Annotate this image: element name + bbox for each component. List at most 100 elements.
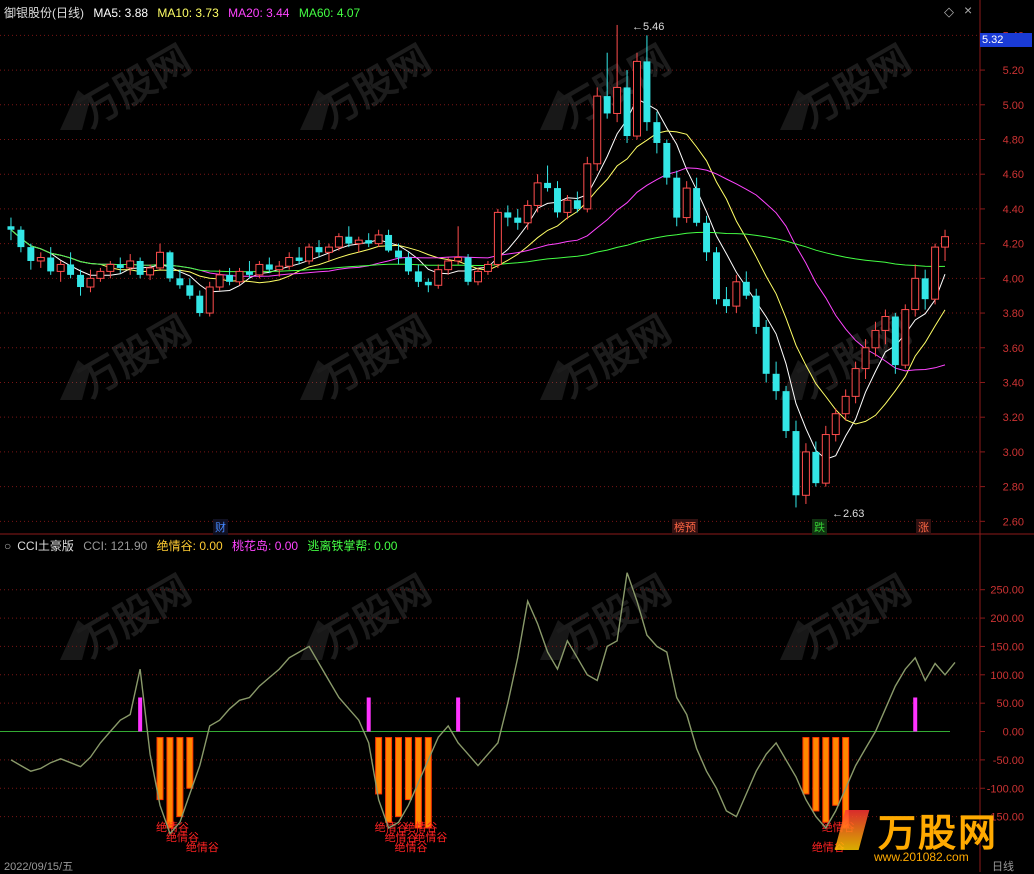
event-tag-fall[interactable]: 跌 bbox=[812, 519, 827, 535]
ma10-label: MA10: 3.73 bbox=[157, 6, 219, 20]
watermark-logo-icon: 万股网 bbox=[60, 567, 199, 667]
candle-body bbox=[324, 246, 333, 253]
candle-body bbox=[374, 234, 383, 245]
candle-body bbox=[801, 451, 810, 496]
price-tick-label: 5.20 bbox=[1003, 65, 1024, 77]
candle-body bbox=[126, 260, 135, 269]
watermark-brand-text: 万股网 bbox=[792, 37, 919, 137]
candle-body bbox=[305, 246, 314, 262]
candle-body bbox=[136, 260, 144, 275]
diamond-icon[interactable]: ◇ bbox=[944, 4, 954, 20]
candle-body bbox=[593, 95, 602, 165]
watermark-brand-text: 万股网 bbox=[312, 307, 439, 407]
candle-body bbox=[821, 434, 830, 484]
brand-url: www.201082.com bbox=[874, 850, 969, 864]
price-tick-label: 3.80 bbox=[1003, 308, 1024, 320]
candle-body bbox=[851, 368, 860, 397]
candle-body bbox=[395, 250, 402, 258]
candle-body bbox=[544, 182, 552, 189]
indicator-title[interactable]: CCI土豪版 bbox=[17, 539, 74, 553]
cci-tick-label: -50.00 bbox=[993, 755, 1024, 767]
candle-body bbox=[623, 87, 631, 137]
arrow-icon: ← bbox=[832, 508, 843, 520]
candle-body bbox=[186, 285, 194, 296]
candle-body bbox=[693, 188, 701, 223]
candle-body bbox=[235, 270, 244, 283]
candle-body bbox=[424, 281, 432, 286]
taohuadao-bar bbox=[366, 697, 371, 732]
taohuadao-bar bbox=[456, 697, 461, 732]
candle-body bbox=[215, 274, 224, 288]
arrow-icon: ← bbox=[632, 21, 643, 33]
close-icon[interactable]: × bbox=[964, 2, 972, 18]
candle-body bbox=[27, 247, 35, 261]
logo-arrow-icon bbox=[834, 810, 870, 850]
event-tag-rise[interactable]: 涨 bbox=[916, 519, 931, 535]
candle-body bbox=[504, 212, 512, 218]
candle-body bbox=[861, 347, 870, 370]
jueqinggu-bar bbox=[186, 737, 194, 789]
brand-logo: 万股网 www.201082.com bbox=[834, 800, 1030, 870]
candle-body bbox=[713, 252, 720, 300]
watermark-brand-text: 万股网 bbox=[552, 37, 679, 137]
cci-tick-label: 150.00 bbox=[990, 641, 1024, 653]
candle-body bbox=[176, 278, 184, 286]
ma60-line bbox=[10, 229, 946, 273]
candle-body bbox=[205, 286, 214, 314]
event-tag-list[interactable]: 榜预 bbox=[672, 519, 698, 535]
candle-body bbox=[7, 226, 15, 230]
price-tick-label: 5.00 bbox=[1003, 100, 1024, 112]
candle-body bbox=[464, 257, 472, 282]
cci-signal-bars: 绝情谷绝情谷绝情谷绝情谷绝情谷绝情谷绝情谷绝情谷绝情谷绝情谷 bbox=[138, 697, 918, 854]
jueqinggu-bar bbox=[166, 737, 174, 829]
taohuadao-label: 桃花岛: 0.00 bbox=[232, 539, 299, 553]
candle-body bbox=[772, 373, 780, 392]
candle-body bbox=[891, 316, 899, 366]
candle-body bbox=[931, 246, 940, 300]
candle-body bbox=[941, 236, 950, 248]
event-tag-finance[interactable]: 财 bbox=[213, 519, 228, 535]
jueqinggu-bar bbox=[812, 737, 820, 812]
candle-body bbox=[633, 60, 641, 137]
candle-body bbox=[673, 177, 681, 218]
cci-tick-label: 250.00 bbox=[990, 585, 1024, 597]
ma20-label: MA20: 3.44 bbox=[228, 6, 290, 20]
watermark-brand-text: 万股网 bbox=[552, 307, 679, 407]
chart-canvas[interactable]: 万股网万股网万股网万股网万股网万股网万股网万股网万股网万股网万股网万股网 5.4… bbox=[0, 0, 1034, 872]
price-tick-label: 3.00 bbox=[1003, 447, 1024, 459]
jueqinggu-bar bbox=[395, 737, 403, 818]
candle-body bbox=[354, 239, 363, 245]
candle-body bbox=[67, 264, 75, 275]
candle-body bbox=[265, 264, 273, 270]
candle-body bbox=[573, 200, 581, 209]
candle-body bbox=[226, 274, 234, 282]
candle-body bbox=[653, 122, 661, 143]
candle-body bbox=[285, 257, 294, 267]
cci-axis: 250.00 200.00 150.00 100.00 50.00 0.00 -50.00 -… bbox=[980, 585, 1024, 824]
jueqinggu-bar bbox=[424, 737, 432, 829]
candle-body bbox=[603, 96, 611, 114]
candle-body bbox=[762, 326, 770, 374]
watermark-logo-icon: 万股网 bbox=[60, 37, 199, 137]
candle-body bbox=[36, 257, 45, 262]
stock-title[interactable]: 御银股份(日线) bbox=[4, 6, 84, 20]
candle-body bbox=[583, 163, 592, 210]
jueqinggu-bar bbox=[802, 737, 810, 795]
jueqinggu-signal-label: 绝情谷 bbox=[414, 830, 447, 844]
watermark-logo-icon: 万股网 bbox=[300, 37, 439, 137]
candle-body bbox=[901, 309, 910, 366]
candle-body bbox=[345, 236, 353, 244]
watermark-brand-text: 万股网 bbox=[552, 567, 679, 667]
indicator-panel-header: ○ CCI土豪版 CCI: 121.90 绝情谷: 0.00 桃花岛: 0.00 … bbox=[4, 537, 403, 553]
brand-name: 万股网 bbox=[878, 813, 999, 855]
jueqinggu-bar bbox=[832, 737, 840, 806]
candle-body bbox=[911, 277, 920, 311]
watermark-logo-icon: 万股网 bbox=[300, 567, 439, 667]
candle-body bbox=[434, 269, 443, 286]
cci-settings-icon[interactable]: ○ bbox=[4, 539, 11, 553]
cci-tick-label: 100.00 bbox=[990, 670, 1024, 682]
jueqinggu-signal-label: 绝情谷 bbox=[186, 840, 219, 854]
stock-chart-window: 万股网万股网万股网万股网万股网万股网万股网万股网万股网万股网万股网万股网 5.4… bbox=[0, 0, 1034, 873]
watermark-brand-text: 万股网 bbox=[72, 307, 199, 407]
price-axis: 5.405.205.004.804.604.404.204.003.803.60… bbox=[980, 30, 1024, 528]
